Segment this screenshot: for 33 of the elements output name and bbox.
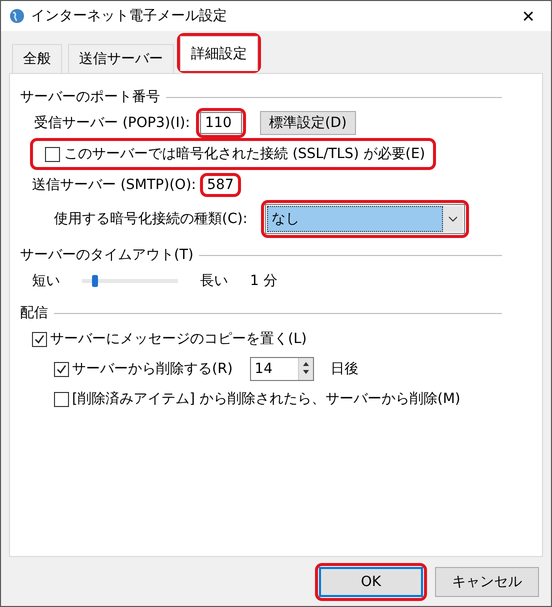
field-label: 受信サーバー (POP3)(I):: [34, 114, 190, 132]
field-label: 使用する暗号化接続の種類(C):: [54, 210, 248, 228]
dialog-button[interactable]: OK: [319, 566, 423, 596]
checkbox[interactable]: [54, 392, 69, 406]
checkbox-label: [削除済みアイテム] から削除されたら、サーバーから削除(M): [72, 390, 460, 408]
days-spinner[interactable]: 14: [250, 357, 314, 381]
caret-icon: [448, 216, 458, 222]
section-heading: サーバーのタイムアウト(T): [20, 246, 194, 264]
checkbox[interactable]: [32, 332, 47, 346]
globe-icon: [9, 8, 25, 24]
checkbox[interactable]: [54, 362, 69, 376]
slider-label: 長い: [200, 272, 228, 290]
close-button[interactable]: ✕: [514, 6, 543, 26]
tab[interactable]: 送信サーバー: [68, 44, 174, 73]
tab[interactable]: 詳細設定: [180, 36, 258, 71]
encryption-dropdown[interactable]: なし: [265, 204, 466, 234]
dialog-button[interactable]: キャンセル: [435, 566, 539, 596]
slider-thumb[interactable]: [92, 275, 98, 287]
checkbox[interactable]: [45, 146, 60, 162]
window-title: インターネット電子メール設定: [31, 7, 228, 25]
section-heading: サーバーのポート番号: [20, 88, 160, 106]
timeout-reading: 1 分: [250, 272, 278, 290]
checkbox-label: サーバーから削除する(R): [72, 360, 233, 378]
slider-label: 短い: [32, 272, 60, 290]
default-button[interactable]: 標準設定(D): [260, 111, 356, 135]
checkbox-label: サーバーにメッセージのコピーを置く(L): [50, 330, 307, 348]
section-heading: 配信: [20, 304, 48, 322]
checkbox-label: このサーバーでは暗号化された接続 (SSL/TLS) が必要(E): [64, 145, 426, 163]
port-value: 587: [206, 177, 235, 193]
unit-label: 日後: [330, 360, 359, 378]
field-label: 送信サーバー (SMTP)(O):: [32, 176, 196, 194]
tab[interactable]: 全般: [12, 44, 62, 73]
input-field[interactable]: 110: [200, 112, 242, 134]
